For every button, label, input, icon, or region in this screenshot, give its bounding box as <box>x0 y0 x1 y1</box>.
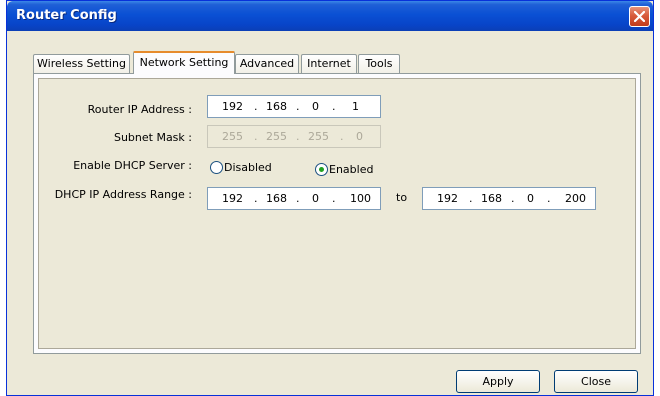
router-ip-input[interactable]: 192 . 168 . 0 . 1 <box>207 95 381 118</box>
octet-separator: . <box>296 130 300 143</box>
octet-separator: . <box>340 130 344 143</box>
octet-separator: . <box>547 192 551 205</box>
dhcp-enabled-radio[interactable] <box>315 163 328 176</box>
octet-separator: . <box>511 192 515 205</box>
router-ip-octet-4[interactable]: 1 <box>352 100 359 113</box>
tab-internet[interactable]: Internet <box>301 54 357 74</box>
window-title: Router Config <box>16 8 117 23</box>
tab-tools[interactable]: Tools <box>358 54 400 74</box>
octet-separator: . <box>296 192 300 205</box>
tab-network-setting[interactable]: Network Setting <box>133 51 235 74</box>
octet-separator: . <box>469 192 473 205</box>
tab-wireless-setting[interactable]: Wireless Setting <box>33 54 130 74</box>
dhcp-range-start-input[interactable]: 192 . 168 . 0 . 100 <box>207 187 381 210</box>
subnet-mask-label: Subnet Mask : <box>113 131 192 144</box>
subnet-octet-4: 0 <box>356 130 363 143</box>
octet-separator: . <box>254 100 258 113</box>
range-end-octet-1[interactable]: 192 <box>437 192 458 205</box>
tab-advanced[interactable]: Advanced <box>235 54 299 74</box>
range-end-octet-2[interactable]: 168 <box>481 192 502 205</box>
dhcp-range-label: DHCP IP Address Range : <box>54 188 192 201</box>
close-icon <box>634 11 645 22</box>
router-ip-octet-1[interactable]: 192 <box>222 100 243 113</box>
panel-inner-frame <box>38 78 636 349</box>
dhcp-range-end-input[interactable]: 192 . 168 . 0 . 200 <box>422 187 596 210</box>
range-start-octet-3[interactable]: 0 <box>312 192 319 205</box>
octet-separator: . <box>332 100 336 113</box>
radio-selected-dot <box>319 167 324 172</box>
router-ip-octet-3[interactable]: 0 <box>312 100 319 113</box>
apply-button[interactable]: Apply <box>456 370 540 393</box>
range-end-octet-3[interactable]: 0 <box>527 192 534 205</box>
octet-separator: . <box>332 192 336 205</box>
title-bar[interactable]: Router Config <box>7 1 653 31</box>
dhcp-disabled-radio[interactable] <box>210 161 223 174</box>
range-to-label: to <box>396 191 408 204</box>
octet-separator: . <box>254 130 258 143</box>
subnet-octet-3: 255 <box>308 130 329 143</box>
router-ip-octet-2[interactable]: 168 <box>266 100 287 113</box>
close-window-button[interactable] <box>629 6 650 27</box>
range-start-octet-2[interactable]: 168 <box>266 192 287 205</box>
range-start-octet-4[interactable]: 100 <box>350 192 371 205</box>
range-start-octet-1[interactable]: 192 <box>222 192 243 205</box>
subnet-octet-1: 255 <box>222 130 243 143</box>
dhcp-enabled-label[interactable]: Enabled <box>329 163 373 176</box>
subnet-octet-2: 255 <box>266 130 287 143</box>
octet-separator: . <box>296 100 300 113</box>
dhcp-disabled-label[interactable]: Disabled <box>224 161 272 174</box>
subnet-mask-input: 255 . 255 . 255 . 0 <box>207 125 381 148</box>
dhcp-server-label: Enable DHCP Server : <box>73 159 192 172</box>
range-end-octet-4[interactable]: 200 <box>565 192 586 205</box>
octet-separator: . <box>254 192 258 205</box>
router-ip-label: Router IP Address : <box>87 103 192 116</box>
close-button[interactable]: Close <box>554 370 638 393</box>
